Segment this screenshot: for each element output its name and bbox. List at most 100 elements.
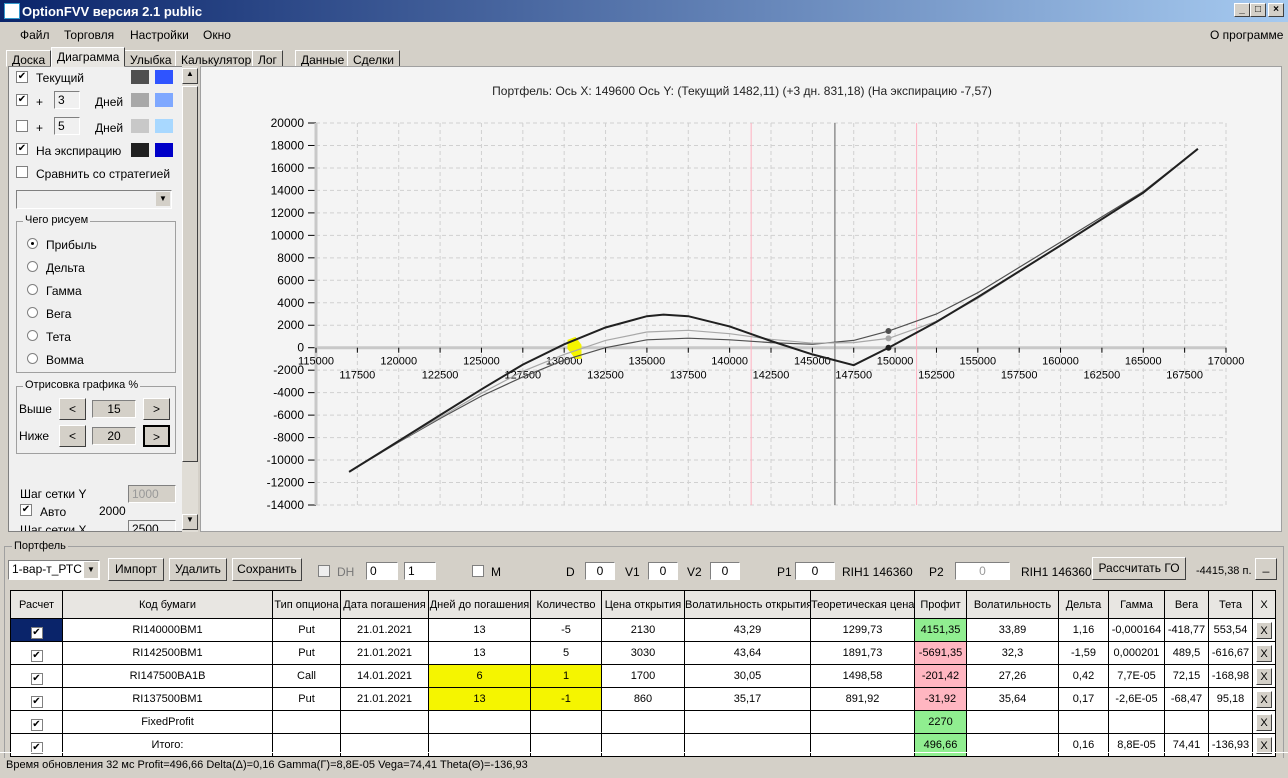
strategy-compare-select[interactable]: ▼ <box>16 190 172 209</box>
plus2-color-swatch[interactable] <box>131 119 149 133</box>
spin2-input[interactable]: 1 <box>404 562 436 580</box>
column-header[interactable]: Дата погашения <box>340 590 429 619</box>
expiry-color-swatch[interactable] <box>131 143 149 157</box>
p2-input[interactable]: 0 <box>955 562 1010 580</box>
column-header[interactable]: Дельта <box>1058 590 1109 619</box>
tab-data[interactable]: Данные <box>295 50 351 67</box>
tab-log[interactable]: Лог <box>252 50 283 67</box>
current-color-swatch-alt[interactable] <box>155 70 173 84</box>
compare-checkbox[interactable] <box>16 166 28 178</box>
table-row[interactable]: ✔ RI142500BM1 Put 21.01.2021 13 5 3030 43,64 189… <box>10 641 1276 665</box>
scroll-up-icon[interactable]: ▲ <box>182 68 198 84</box>
m-checkbox[interactable] <box>472 565 484 577</box>
calc-checkbox-cell[interactable]: ✔ <box>10 664 63 688</box>
calc-checkbox-cell[interactable]: ✔ <box>10 687 63 711</box>
scroll-down-icon[interactable]: ▼ <box>182 514 198 530</box>
chevron-down-icon[interactable]: ▼ <box>156 192 170 206</box>
menu-settings[interactable]: Настройки <box>130 28 189 42</box>
p1-input[interactable]: 0 <box>795 562 835 580</box>
radio-gamma[interactable] <box>27 284 38 295</box>
calc-checkbox[interactable]: ✔ <box>30 626 43 639</box>
calculate-go-button[interactable]: Рассчитать ГО <box>1092 557 1186 580</box>
auto-checkbox[interactable]: ✔ <box>20 504 32 516</box>
table-row[interactable]: ✔ FixedProfit 2270 X <box>10 710 1276 734</box>
column-header[interactable]: Код бумаги <box>62 590 273 619</box>
grid-x-input[interactable]: 2500 <box>128 520 176 531</box>
remove-row-button[interactable]: X <box>1256 690 1272 708</box>
below-increase-button[interactable]: > <box>143 425 170 447</box>
menu-window[interactable]: Окно <box>203 28 231 42</box>
below-decrease-button[interactable]: < <box>59 425 86 447</box>
left-panel-scrollbar[interactable]: ▲ ▼ <box>182 66 198 532</box>
chevron-down-icon[interactable]: ▼ <box>84 562 98 578</box>
column-header[interactable]: X <box>1252 590 1276 619</box>
above-decrease-button[interactable]: < <box>59 398 86 420</box>
plus1-color-swatch[interactable] <box>131 93 149 107</box>
expiry-color-swatch-alt[interactable] <box>155 143 173 157</box>
menu-trade[interactable]: Торговля <box>64 28 114 42</box>
column-header[interactable]: Волатильность <box>966 590 1059 619</box>
above-increase-button[interactable]: > <box>143 398 170 420</box>
table-row[interactable]: ✔ RI147500BA1B Call 14.01.2021 6 1 1700 30,05 14… <box>10 664 1276 688</box>
v1-input[interactable]: 0 <box>648 562 678 580</box>
radio-vega[interactable] <box>27 307 38 318</box>
table-row[interactable]: ✔ RI140000BM1 Put 21.01.2021 13 -5 2130 43,29 12… <box>10 618 1276 642</box>
column-header[interactable]: Гамма <box>1108 590 1165 619</box>
scroll-thumb[interactable] <box>182 86 198 462</box>
column-header[interactable]: Тета <box>1208 590 1253 619</box>
column-header[interactable]: Вега <box>1164 590 1209 619</box>
plus1-days-input[interactable]: 3 <box>54 91 80 109</box>
tab-calculator[interactable]: Калькулятор <box>175 50 258 67</box>
calc-checkbox[interactable]: ✔ <box>30 649 43 662</box>
remove-row-button[interactable]: X <box>1256 736 1272 754</box>
remove-row-button[interactable]: X <box>1256 667 1272 685</box>
collapse-button[interactable]: _ <box>1255 558 1277 580</box>
plus1-checkbox[interactable]: ✔ <box>16 94 28 106</box>
menu-about[interactable]: О программе <box>1210 28 1283 42</box>
radio-profit[interactable] <box>27 238 38 249</box>
tab-board[interactable]: Доска <box>6 50 52 67</box>
tab-diagram[interactable]: Диаграмма <box>51 47 126 67</box>
remove-row-button[interactable]: X <box>1256 644 1272 662</box>
save-button[interactable]: Сохранить <box>232 558 302 581</box>
remove-row-button[interactable]: X <box>1256 713 1272 731</box>
grid-y-input[interactable]: 1000 <box>128 485 176 503</box>
spin1-input[interactable]: 0 <box>366 562 398 580</box>
plus1-color-swatch-alt[interactable] <box>155 93 173 107</box>
calc-checkbox[interactable]: ✔ <box>30 695 43 708</box>
profit-chart[interactable]: Портфель: Ось X: 149600 Ось Y: (Текущий … <box>200 66 1282 532</box>
table-row[interactable]: ✔ RI137500BM1 Put 21.01.2021 13 -1 860 35,17 891… <box>10 687 1276 711</box>
calc-checkbox[interactable]: ✔ <box>30 672 43 685</box>
d-input[interactable]: 0 <box>585 562 615 580</box>
close-button[interactable]: × <box>1268 3 1284 17</box>
dh-checkbox[interactable] <box>318 565 330 577</box>
column-header[interactable]: Расчет <box>10 590 63 619</box>
column-header[interactable]: Профит <box>914 590 967 619</box>
plus2-checkbox[interactable] <box>16 120 28 132</box>
remove-row-button[interactable]: X <box>1256 621 1272 639</box>
calc-checkbox[interactable]: ✔ <box>30 718 43 731</box>
column-header[interactable]: Волатильность открытия <box>684 590 811 619</box>
expiry-checkbox[interactable]: ✔ <box>16 143 28 155</box>
column-header[interactable]: Дней до погашения <box>428 590 531 619</box>
calc-checkbox-cell[interactable]: ✔ <box>10 710 63 734</box>
strategy-select[interactable]: 1-вар-т_РТС ▼ <box>8 560 100 580</box>
tab-smile[interactable]: Улыбка <box>124 50 178 67</box>
column-header[interactable]: Тип опциона <box>272 590 341 619</box>
radio-delta[interactable] <box>27 261 38 272</box>
menu-file[interactable]: Файл <box>20 28 50 42</box>
v2-input[interactable]: 0 <box>710 562 740 580</box>
column-header[interactable]: Теоретическая цена <box>810 590 915 619</box>
column-header[interactable]: Количество <box>530 590 602 619</box>
plus2-days-input[interactable]: 5 <box>54 117 80 135</box>
delete-button[interactable]: Удалить <box>169 558 227 581</box>
minimize-button[interactable]: _ <box>1234 3 1250 17</box>
import-button[interactable]: Импорт <box>108 558 164 581</box>
plus2-color-swatch-alt[interactable] <box>155 119 173 133</box>
current-color-swatch[interactable] <box>131 70 149 84</box>
calc-checkbox-cell[interactable]: ✔ <box>10 641 63 665</box>
radio-theta[interactable] <box>27 330 38 341</box>
tab-deals[interactable]: Сделки <box>347 50 400 67</box>
column-header[interactable]: Цена открытия <box>601 590 685 619</box>
current-checkbox[interactable]: ✔ <box>16 71 28 83</box>
